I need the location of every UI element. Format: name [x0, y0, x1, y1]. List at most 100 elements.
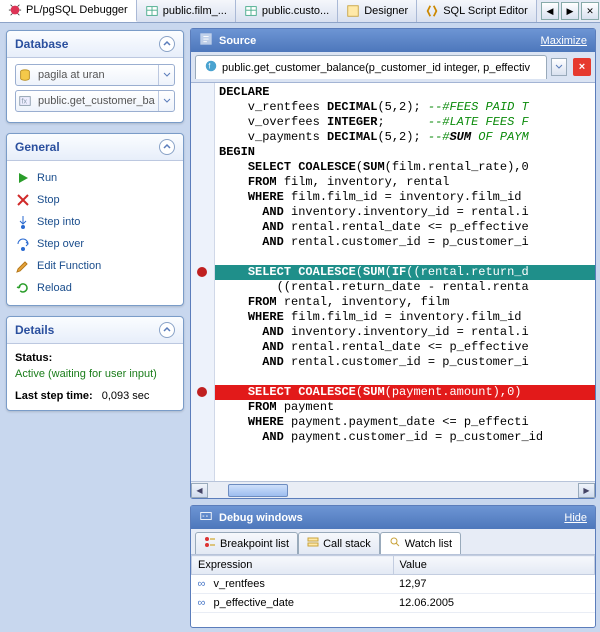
edit-icon — [15, 258, 31, 274]
watch-icon — [389, 536, 401, 551]
code-line: AND inventory.inventory_id = rental.i — [215, 325, 595, 340]
action-label: Step into — [37, 216, 80, 228]
tab-callstack[interactable]: Call stack — [298, 532, 380, 554]
sidebar: Database pagila at uran fx public.get_cu… — [0, 24, 190, 632]
status-label: Status: — [15, 352, 52, 364]
code-line: WHERE film.film_id = inventory.film_id — [215, 190, 595, 205]
function-select[interactable]: fx public.get_customer_ba — [15, 90, 175, 112]
stop-icon — [15, 192, 31, 208]
tab-designer[interactable]: Designer — [338, 0, 417, 22]
chevron-down-icon[interactable] — [158, 65, 174, 85]
tab-film[interactable]: public.film_... — [137, 0, 236, 22]
action-label: Edit Function — [37, 260, 101, 272]
tab-nav-controls: ◀ ▶ ✕ — [540, 0, 600, 22]
table-icon — [145, 4, 159, 18]
tab-debugger[interactable]: PL/pgSQL Debugger — [0, 0, 137, 22]
tab-label: public.film_... — [163, 5, 227, 17]
code-line: AND rental.rental_date <= p_effective — [215, 340, 595, 355]
run-button[interactable]: Run — [15, 167, 175, 189]
code-line: FROM film, inventory, rental — [215, 175, 595, 190]
hide-link[interactable]: Hide — [564, 512, 587, 524]
database-select[interactable]: pagila at uran — [15, 64, 175, 86]
source-tab-label: public.get_customer_balance(p_customer_i… — [222, 62, 530, 74]
panel-title: General — [15, 140, 159, 154]
gutter[interactable] — [191, 83, 215, 481]
code-line: v_rentfees DECIMAL(5,2); --#FEES PAID T — [215, 100, 595, 115]
collapse-icon[interactable] — [159, 36, 175, 52]
step-into-button[interactable]: Step into — [15, 211, 175, 233]
stop-button[interactable]: Stop — [15, 189, 175, 211]
action-label: Step over — [37, 238, 84, 250]
source-icon — [199, 32, 213, 49]
script-icon — [425, 4, 439, 18]
action-label: Stop — [37, 194, 60, 206]
combo-text: pagila at uran — [34, 69, 158, 81]
debug-header: Debug windows Hide — [191, 506, 595, 529]
nav-close-button[interactable]: ✕ — [581, 2, 599, 20]
code-line: FROM rental, inventory, film — [215, 295, 595, 310]
horizontal-scrollbar[interactable]: ◀ ▶ — [191, 481, 595, 498]
panel-title: Database — [15, 37, 159, 51]
watch-val: 12,97 — [393, 575, 595, 594]
tab-watchlist[interactable]: Watch list — [380, 532, 461, 554]
scroll-left-button[interactable]: ◀ — [191, 483, 208, 498]
tab-breakpoints[interactable]: Breakpoint list — [195, 532, 298, 554]
designer-icon — [346, 4, 360, 18]
table-row[interactable]: p_effective_date12.06.2005 — [192, 594, 595, 613]
combo-text: public.get_customer_ba — [34, 95, 158, 107]
step-into-icon — [15, 214, 31, 230]
source-panel: Source Maximize f public.get_customer_ba… — [190, 28, 596, 499]
code-line: SELECT COALESCE(SUM(IF((rental.return_d — [215, 265, 595, 280]
bug-icon — [8, 3, 22, 17]
reload-icon — [15, 280, 31, 296]
code-line: v_payments DECIMAL(5,2); --#SUM OF PAYM — [215, 130, 595, 145]
code-line: v_overfees INTEGER; --#LATE FEES F — [215, 115, 595, 130]
col-value[interactable]: Value — [393, 556, 595, 575]
tab-list-dropdown[interactable] — [551, 58, 567, 76]
table-row[interactable]: v_rentfees12,97 — [192, 575, 595, 594]
tab-label: Designer — [364, 5, 408, 17]
code-line: AND payment.customer_id = p_customer_id — [215, 430, 595, 445]
last-step-value: 0,093 sec — [102, 390, 150, 402]
debug-title: Debug windows — [219, 512, 558, 524]
tab-customer[interactable]: public.custo... — [236, 0, 338, 22]
database-icon — [16, 68, 34, 82]
glasses-icon — [198, 578, 210, 588]
nav-prev-button[interactable]: ◀ — [541, 2, 559, 20]
code-line: WHERE payment.payment_date <= p_effecti — [215, 415, 595, 430]
tab-sql-editor[interactable]: SQL Script Editor — [417, 0, 537, 22]
collapse-icon[interactable] — [159, 322, 175, 338]
edit-function-button[interactable]: Edit Function — [15, 255, 175, 277]
breakpoint-marker[interactable] — [197, 387, 207, 397]
collapse-icon[interactable] — [159, 139, 175, 155]
code-line: AND rental.rental_date <= p_effective — [215, 220, 595, 235]
code-editor[interactable]: DECLARE v_rentfees DECIMAL(5,2); --#FEES… — [191, 83, 595, 481]
code-line: AND inventory.inventory_id = rental.i — [215, 205, 595, 220]
editor-tabs: PL/pgSQL Debugger public.film_... public… — [0, 0, 600, 23]
chevron-down-icon[interactable] — [158, 91, 174, 111]
last-step-label: Last step time: — [15, 390, 93, 402]
debug-panel: Debug windows Hide Breakpoint list Call … — [190, 505, 596, 628]
panel-title: Details — [15, 323, 159, 337]
scroll-right-button[interactable]: ▶ — [578, 483, 595, 498]
breakpoint-marker[interactable] — [197, 267, 207, 277]
maximize-link[interactable]: Maximize — [541, 35, 587, 47]
nav-next-button[interactable]: ▶ — [561, 2, 579, 20]
breakpoint-list-icon — [204, 536, 216, 551]
function-icon: f — [204, 59, 218, 76]
scroll-thumb[interactable] — [228, 484, 288, 497]
function-icon: fx — [16, 94, 34, 108]
col-expression[interactable]: Expression — [192, 556, 394, 575]
source-file-tab[interactable]: f public.get_customer_balance(p_customer… — [195, 55, 547, 79]
code-line — [215, 250, 595, 265]
code-line: BEGIN — [215, 145, 595, 160]
debug-tabs: Breakpoint list Call stack Watch list — [191, 529, 595, 555]
tab-label: Watch list — [405, 538, 452, 550]
tab-label: Call stack — [323, 538, 371, 550]
close-tab-button[interactable]: × — [573, 58, 591, 76]
step-over-button[interactable]: Step over — [15, 233, 175, 255]
action-label: Run — [37, 172, 57, 184]
reload-button[interactable]: Reload — [15, 277, 175, 299]
code-line: DECLARE — [215, 85, 595, 100]
action-label: Reload — [37, 282, 72, 294]
